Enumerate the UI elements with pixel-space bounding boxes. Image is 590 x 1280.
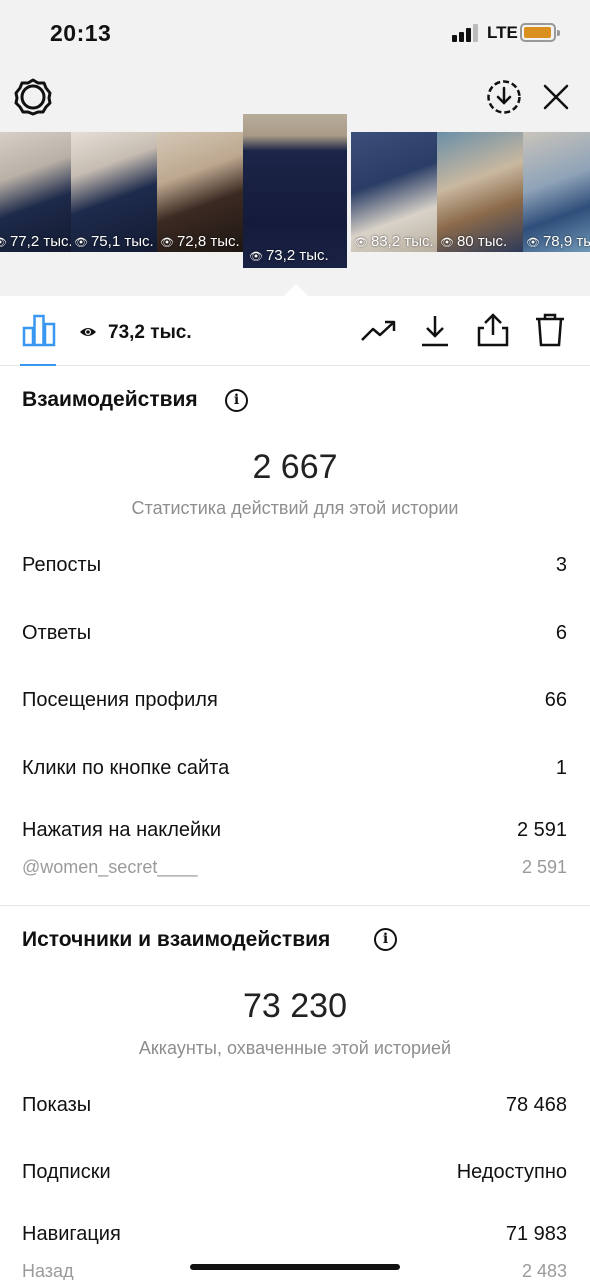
home-indicator[interactable] <box>190 1264 400 1270</box>
stat-value: 66 <box>544 689 567 711</box>
stat-value: 1 <box>555 757 567 779</box>
circle-download-icon[interactable] <box>486 79 522 115</box>
section-divider <box>0 905 590 906</box>
insights-toolbar: 73,2 тыс. <box>0 296 590 366</box>
interactions-caption: Статистика действий для этой истории <box>131 498 459 518</box>
thumbnail-views: 77,2 тыс. <box>9 233 73 250</box>
stat-label: Клики по кнопке сайта <box>22 757 230 779</box>
story-thumbnail-strip: 👁77,2 тыс. 👁75,1 тыс. 👁72,8 тыс. 👁83,2 т… <box>0 114 590 272</box>
thumbnail-views: 75,1 тыс. <box>90 233 154 250</box>
stat-label: Назад <box>22 1261 74 1280</box>
thumbnail-views: 83,2 тыс. <box>370 233 434 250</box>
stat-label: Подписки <box>22 1161 111 1183</box>
stat-value: 2 591 <box>521 857 567 877</box>
stat-label: Репосты <box>22 554 102 576</box>
stat-value: 71 983 <box>505 1223 567 1245</box>
story-thumbnail[interactable]: 👁 80 тыс. <box>437 132 523 252</box>
trending-icon[interactable] <box>360 318 398 344</box>
stat-value: 2 591 <box>516 819 567 841</box>
eye-icon <box>80 328 96 336</box>
interactions-title: Взаимодействия <box>22 388 198 411</box>
stat-value: Недоступно <box>456 1161 567 1183</box>
info-icon[interactable]: i <box>374 928 397 951</box>
stat-value: 78 468 <box>505 1094 567 1116</box>
cell-signal-icon <box>452 22 482 42</box>
thumbnail-views: 72,8 тыс. <box>176 233 240 250</box>
thumbnail-views: 80 тыс. <box>456 233 508 250</box>
stat-label: Навигация <box>22 1223 121 1245</box>
story-thumbnail[interactable]: 👁78,9 тыс. <box>523 132 590 252</box>
info-icon[interactable]: i <box>225 389 248 412</box>
stat-value: 3 <box>555 554 567 576</box>
active-tab-indicator <box>20 364 56 366</box>
stat-label: Показы <box>22 1094 92 1116</box>
bar-chart-icon[interactable] <box>22 313 56 347</box>
network-type: LTE <box>487 23 518 42</box>
stat-label: Ответы <box>22 622 92 644</box>
status-time: 20:13 <box>50 20 112 46</box>
share-icon[interactable] <box>476 312 510 348</box>
story-thumbnail[interactable]: 👁 72,8 тыс. <box>157 132 243 252</box>
story-thumbnail-selected[interactable]: 👁 73,2 тыс. <box>243 114 347 268</box>
status-bar: 20:13 LTE <box>0 0 590 64</box>
story-header-area: 20:13 LTE 👁77,2 тыс. 👁75,1 тыс. 👁72,8 <box>0 0 590 296</box>
interactions-total: 2 667 <box>252 448 338 486</box>
story-thumbnail[interactable]: 👁 83,2 тыс. <box>351 132 437 252</box>
story-thumbnail[interactable]: 👁 75,1 тыс. <box>71 132 157 252</box>
story-thumbnail[interactable]: 👁77,2 тыс. <box>0 132 76 252</box>
gear-icon[interactable] <box>14 78 52 116</box>
close-icon[interactable] <box>542 83 570 111</box>
download-icon[interactable] <box>420 314 450 348</box>
stat-label: Нажатия на наклейки <box>22 819 222 841</box>
battery-icon <box>520 23 560 42</box>
trash-icon[interactable] <box>534 312 566 348</box>
stat-label: @women_secret____ <box>22 857 198 877</box>
discovery-title: Источники и взаимодействия <box>22 928 331 951</box>
discovery-total: 73 230 <box>243 987 347 1025</box>
discovery-caption: Аккаунты, охваченные этой историей <box>138 1038 452 1058</box>
stat-value: 2 483 <box>521 1261 567 1280</box>
reach-count: 73,2 тыс. <box>108 322 192 343</box>
thumbnail-views: 73,2 тыс. <box>265 247 329 264</box>
stat-value: 6 <box>555 622 567 644</box>
thumbnail-views: 78,9 тыс. <box>542 233 590 250</box>
stat-label: Посещения профиля <box>22 689 218 711</box>
